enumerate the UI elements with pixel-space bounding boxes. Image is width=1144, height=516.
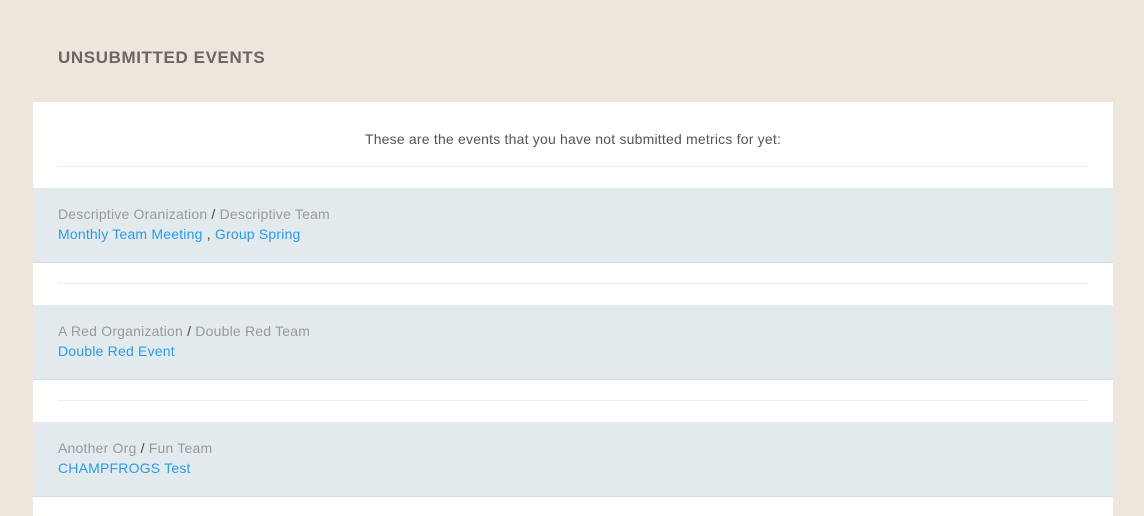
- organization-name: A Red Organization: [58, 323, 184, 339]
- org-team-line: Another Org / Fun Team: [58, 438, 1088, 458]
- event-link-champfrogs-test[interactable]: CHAMPFROGS Test: [58, 460, 191, 476]
- event-link-monthly-team-meeting[interactable]: Monthly Team Meeting: [58, 226, 203, 242]
- divider: [58, 400, 1088, 401]
- event-group-red: A Red Organization / Double Red Team Dou…: [33, 305, 1113, 380]
- unsubmitted-events-panel: These are the events that you have not s…: [33, 102, 1113, 516]
- org-team-line: Descriptive Oranization / Descriptive Te…: [58, 204, 1088, 224]
- organization-name: Another Org: [58, 440, 137, 456]
- event-group-descriptive: Descriptive Oranization / Descriptive Te…: [33, 188, 1113, 263]
- event-links: Double Red Event: [58, 341, 1088, 361]
- team-name: Descriptive Team: [219, 206, 330, 222]
- event-group-another-org: Another Org / Fun Team CHAMPFROGS Test: [33, 422, 1113, 497]
- event-link-double-red-event[interactable]: Double Red Event: [58, 343, 175, 359]
- team-name: Fun Team: [148, 440, 213, 456]
- event-links: Monthly Team Meeting , Group Spring: [58, 224, 1088, 244]
- page: UNSUBMITTED EVENTS These are the events …: [0, 0, 1144, 516]
- organization-name: Descriptive Oranization: [58, 206, 208, 222]
- team-name: Double Red Team: [195, 323, 311, 339]
- org-team-separator: /: [187, 323, 192, 339]
- event-links: CHAMPFROGS Test: [58, 458, 1088, 478]
- event-separator: ,: [206, 226, 211, 242]
- event-link-group-spring[interactable]: Group Spring: [215, 226, 301, 242]
- org-team-separator: /: [211, 206, 216, 222]
- intro-text: These are the events that you have not s…: [58, 102, 1088, 167]
- page-title: UNSUBMITTED EVENTS: [58, 48, 266, 67]
- divider: [58, 283, 1088, 284]
- org-team-separator: /: [140, 440, 145, 456]
- org-team-line: A Red Organization / Double Red Team: [58, 321, 1088, 341]
